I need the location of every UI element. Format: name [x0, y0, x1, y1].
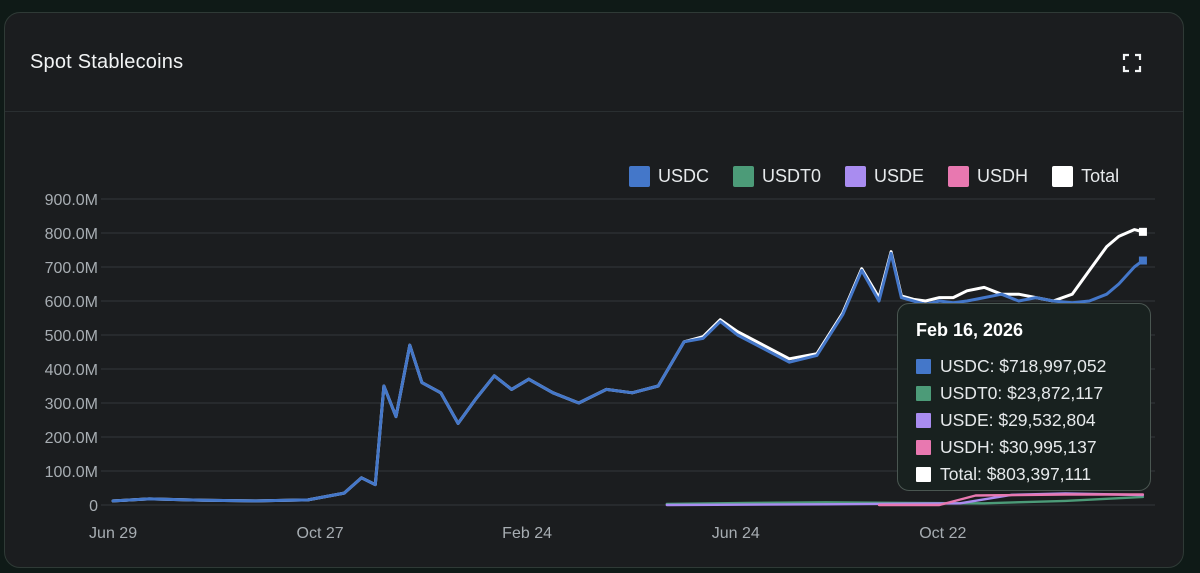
tooltip-value-usde: USDE: $29,532,804	[940, 410, 1096, 430]
x-axis-ticks: Jun 29 Oct 27 Feb 24 Jun 24 Oct 22	[89, 525, 966, 542]
y-tick-label-9: 900.0M	[45, 192, 98, 209]
tooltip-swatch-usde	[916, 413, 931, 428]
y-tick-label-0: 0	[89, 498, 98, 515]
tooltip-swatch-usdt0	[916, 386, 931, 401]
hover-markers	[1138, 227, 1147, 265]
x-tick-label-4: Oct 22	[919, 525, 966, 542]
x-tick-label-2: Feb 24	[502, 525, 552, 542]
y-tick-label-6: 600.0M	[45, 294, 98, 311]
chart-tooltip: Feb 16, 2026 USDC: $718,997,052 USDT0: $…	[897, 303, 1151, 491]
y-tick-label-3: 300.0M	[45, 396, 98, 413]
tooltip-row-total: Total: $803,397,111	[916, 461, 1132, 488]
tooltip-value-usdc: USDC: $718,997,052	[940, 356, 1107, 376]
tooltip-row-usdh: USDH: $30,995,137	[916, 434, 1132, 461]
chart-card: Spot Stablecoins USDC USDT0 USDE USDH To…	[4, 12, 1184, 568]
x-tick-label-1: Oct 27	[297, 525, 344, 542]
x-tick-label-0: Jun 29	[89, 525, 137, 542]
tooltip-value-usdt0: USDT0: $23,872,117	[940, 383, 1104, 403]
tooltip-row-usdt0: USDT0: $23,872,117	[916, 380, 1132, 407]
tooltip-row-usde: USDE: $29,532,804	[916, 407, 1132, 434]
tooltip-value-total: Total: $803,397,111	[940, 464, 1092, 484]
y-tick-label-2: 200.0M	[45, 430, 98, 447]
tooltip-row-usdc: USDC: $718,997,052	[916, 353, 1132, 380]
y-tick-label-5: 500.0M	[45, 328, 98, 345]
y-tick-label-4: 400.0M	[45, 362, 98, 379]
y-tick-label-1: 100.0M	[45, 464, 98, 481]
x-tick-label-3: Jun 24	[712, 525, 760, 542]
y-tick-label-7: 700.0M	[45, 260, 98, 277]
tooltip-swatch-total	[916, 467, 931, 482]
tooltip-date: Feb 16, 2026	[916, 320, 1024, 340]
tooltip-value-usdh: USDH: $30,995,137	[940, 437, 1097, 457]
tooltip-swatch-usdh	[916, 440, 931, 455]
hover-marker-usdc	[1138, 256, 1147, 265]
hover-marker-total	[1138, 227, 1147, 236]
y-tick-label-8: 800.0M	[45, 226, 98, 243]
y-axis-ticks: 0 100.0M 200.0M 300.0M 400.0M 500.0M 600.0M 700…	[45, 192, 98, 515]
tooltip-swatch-usdc	[916, 359, 931, 374]
